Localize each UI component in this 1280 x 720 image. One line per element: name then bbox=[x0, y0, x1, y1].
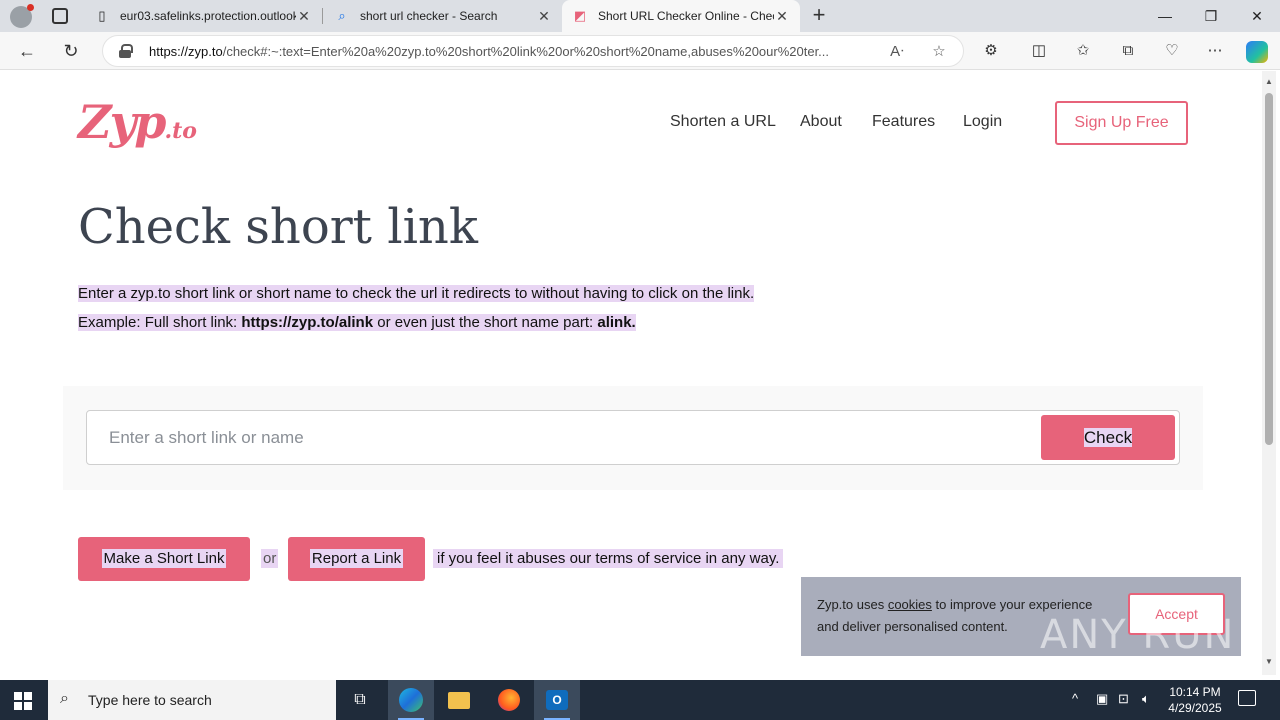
example-prefix: Example: Full short link: bbox=[78, 314, 242, 331]
minimize-icon[interactable]: — bbox=[1142, 0, 1188, 32]
example-name: alink. bbox=[597, 314, 636, 331]
page-title: Check short link bbox=[78, 199, 478, 255]
tab-label: Short URL Checker Online - Check bbox=[598, 9, 774, 23]
check-button[interactable]: Check bbox=[1041, 415, 1175, 460]
favorites-icon[interactable]: ✩ bbox=[1072, 41, 1094, 61]
logo-main: Zyp bbox=[78, 95, 166, 149]
nav-login[interactable]: Login bbox=[963, 113, 1002, 131]
cookie-prefix: Zyp.to uses bbox=[817, 597, 888, 612]
restore-icon[interactable]: ❐ bbox=[1188, 0, 1234, 32]
outlook-icon[interactable]: O bbox=[534, 680, 580, 720]
volume-icon[interactable]: 🔈︎ bbox=[1142, 691, 1150, 707]
nav-features[interactable]: Features bbox=[872, 113, 935, 131]
make-short-link-button[interactable]: Make a Short Link bbox=[78, 537, 250, 581]
show-hidden-icons-icon[interactable]: ^ bbox=[1072, 691, 1078, 706]
close-window-icon[interactable]: ✕ bbox=[1234, 0, 1280, 32]
taskbar-clock[interactable]: 10:14 PM 4/29/2025 bbox=[1162, 684, 1228, 716]
clock-time: 10:14 PM bbox=[1169, 685, 1221, 699]
check-panel: Enter a short link or name Check bbox=[63, 386, 1203, 490]
or-text: or bbox=[261, 549, 279, 568]
page-icon: ▯ bbox=[98, 8, 106, 23]
taskbar-search-placeholder: Type here to search bbox=[88, 692, 212, 708]
task-view-icon[interactable]: ⧉ bbox=[337, 680, 383, 720]
browser-tab-zyp[interactable]: ◩ Short URL Checker Online - Check ✕ bbox=[562, 0, 800, 32]
split-screen-icon[interactable]: ◫ bbox=[1028, 41, 1050, 61]
web-page: Zyp.to Shorten a URL About Features Logi… bbox=[4, 71, 1260, 661]
report-link-button[interactable]: Report a Link bbox=[288, 537, 425, 581]
nav-shorten-url[interactable]: Shorten a URL bbox=[670, 113, 776, 131]
back-icon[interactable]: ← bbox=[14, 38, 40, 64]
network-icon[interactable]: ⊡ bbox=[1118, 691, 1129, 707]
tab-actions-icon[interactable] bbox=[52, 8, 68, 24]
nav-about[interactable]: About bbox=[800, 113, 842, 131]
read-aloud-icon[interactable]: Aᐧ bbox=[887, 42, 907, 62]
tab-close-icon[interactable]: ✕ bbox=[296, 8, 312, 25]
browser-tab-search[interactable]: ⌕ short url checker - Search ✕ bbox=[324, 0, 562, 32]
search-icon: ⌕ bbox=[60, 690, 69, 707]
tab-close-icon[interactable]: ✕ bbox=[536, 8, 552, 25]
file-explorer-icon[interactable] bbox=[436, 680, 482, 720]
url-text[interactable]: https://zyp.to/check#:~:text=Enter%20a%2… bbox=[149, 44, 879, 59]
short-link-input[interactable]: Enter a short link or name Check bbox=[86, 410, 1180, 465]
example-link: https://zyp.to/alink bbox=[241, 314, 374, 331]
address-bar[interactable]: https://zyp.to/check#:~:text=Enter%20a%2… bbox=[102, 35, 964, 67]
browser-tabbar: ▯ eur03.safelinks.protection.outlook.com… bbox=[0, 0, 1280, 32]
report-link-label: Report a Link bbox=[309, 549, 404, 568]
copilot-icon[interactable] bbox=[1246, 41, 1268, 63]
lock-icon[interactable] bbox=[119, 44, 133, 58]
zyp-icon: ◩ bbox=[573, 8, 587, 23]
tab-divider bbox=[322, 8, 323, 24]
sign-up-button[interactable]: Sign Up Free bbox=[1055, 101, 1188, 145]
logo-suffix: .to bbox=[164, 118, 197, 144]
description-line-2: Example: Full short link: https://zyp.to… bbox=[78, 314, 636, 331]
collections-icon[interactable]: ⧉ bbox=[1117, 41, 1139, 61]
description-text: Enter a zyp.to short link or short name … bbox=[78, 285, 755, 302]
firefox-icon[interactable] bbox=[486, 680, 532, 720]
tab-label: eur03.safelinks.protection.outlook.com bbox=[120, 9, 296, 23]
profile-avatar-icon[interactable] bbox=[10, 4, 34, 28]
browser-toolbar: ← ↻ https://zyp.to/check#:~:text=Enter%2… bbox=[0, 32, 1280, 70]
report-description: if you feel it abuses our terms of servi… bbox=[433, 549, 784, 568]
browser-essentials-icon[interactable]: ♡ bbox=[1161, 41, 1183, 61]
browser-tab-safelinks[interactable]: ▯ eur03.safelinks.protection.outlook.com… bbox=[84, 0, 322, 32]
device-icon[interactable]: ▣ bbox=[1096, 691, 1108, 707]
clock-date: 4/29/2025 bbox=[1168, 701, 1222, 715]
windows-taskbar: ⌕ Type here to search ⧉ O ^ ▣ ⊡ 🔈︎ 10:14… bbox=[0, 680, 1280, 720]
new-tab-icon[interactable]: + bbox=[808, 4, 830, 28]
page-scrollbar[interactable]: ▲ ▼ bbox=[1262, 71, 1276, 675]
scroll-up-icon[interactable]: ▲ bbox=[1264, 77, 1274, 87]
check-button-label: Check bbox=[1083, 428, 1133, 447]
tab-label: short url checker - Search bbox=[360, 9, 498, 23]
edge-taskbar-icon[interactable] bbox=[388, 680, 434, 720]
example-mid: or even just the short name part: bbox=[373, 314, 598, 331]
url-host: https://zyp.to bbox=[149, 44, 223, 59]
cookies-link[interactable]: cookies bbox=[888, 597, 932, 612]
url-path: /check#:~:text=Enter%20a%20zyp.to%20shor… bbox=[222, 44, 830, 59]
input-placeholder: Enter a short link or name bbox=[109, 428, 304, 447]
tab-close-icon[interactable]: ✕ bbox=[774, 8, 790, 25]
extensions-icon[interactable]: ⚙ bbox=[980, 41, 1002, 61]
scroll-thumb[interactable] bbox=[1265, 93, 1273, 445]
anyrun-watermark: ANY RUN bbox=[1040, 612, 1236, 658]
taskbar-search[interactable]: ⌕ Type here to search bbox=[48, 680, 336, 720]
windows-start-icon[interactable] bbox=[14, 692, 32, 710]
search-icon: ⌕ bbox=[338, 8, 346, 23]
notifications-icon[interactable] bbox=[1238, 690, 1256, 706]
more-menu-icon[interactable]: ⋯ bbox=[1204, 41, 1226, 61]
favorite-star-icon[interactable]: ☆ bbox=[929, 42, 949, 62]
zyp-logo[interactable]: Zyp.to bbox=[78, 95, 197, 149]
description-line-1: Enter a zyp.to short link or short name … bbox=[78, 285, 755, 302]
make-short-link-label: Make a Short Link bbox=[101, 549, 227, 568]
scroll-down-icon[interactable]: ▼ bbox=[1264, 657, 1274, 667]
refresh-icon[interactable]: ↻ bbox=[58, 38, 84, 64]
